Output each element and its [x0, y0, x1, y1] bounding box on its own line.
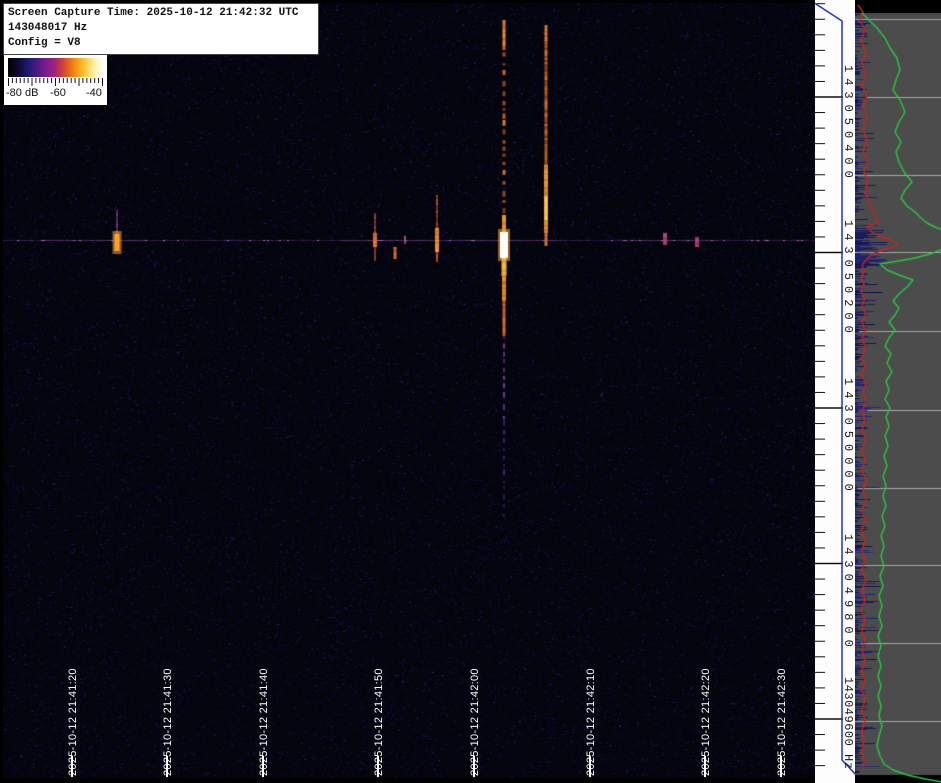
time-tick: [473, 756, 475, 777]
colorbar-gradient: [8, 58, 103, 77]
colorbar-labels: -80 dB -60 -40: [4, 87, 107, 103]
colorbar-legend: -80 dB -60 -40: [4, 55, 107, 105]
time-label: 2025-10-12 21:42:00: [469, 668, 481, 776]
time-label: 2025-10-12 21:41:40: [258, 668, 270, 776]
time-label: 2025-10-12 21:42:30: [776, 668, 788, 776]
time-label: 2025-10-12 21:41:30: [162, 668, 174, 776]
time-tick: [589, 756, 591, 777]
time-tick: [71, 756, 73, 777]
time-label: 2025-10-12 21:42:20: [700, 668, 712, 776]
colorbar-label-max: -40: [86, 87, 102, 99]
waterfall-display: [3, 3, 815, 778]
frequency-label: 143049600 Hz: [841, 677, 855, 769]
capture-time-text: Screen Capture Time: 2025-10-12 21:42:32…: [8, 6, 314, 21]
colorbar-label-min: -80 dB: [6, 87, 38, 99]
frequency-label: 143050000: [841, 378, 855, 497]
colorbar-label-mid: -60: [50, 87, 66, 99]
frequency-label: 143050400: [841, 65, 855, 184]
frequency-axis: 143050400 143050200 143050000 143049800 1430…: [815, 0, 855, 783]
time-label: 2025-10-12 21:41:50: [373, 668, 385, 776]
time-tick: [262, 756, 264, 777]
spectrum-panel: [855, 0, 941, 783]
app-frame: 2025-10-12 21:41:20 2025-10-12 21:41:30 20…: [0, 0, 941, 783]
frequency-label: 143049800: [841, 534, 855, 653]
time-tick: [704, 756, 706, 777]
time-tick: [377, 756, 379, 777]
time-label: 2025-10-12 21:41:20: [67, 668, 79, 776]
frequency-text: 143048017 Hz: [8, 21, 314, 36]
time-tick: [166, 756, 168, 777]
config-text: Config = V8: [8, 36, 314, 51]
time-label: 2025-10-12 21:42:10: [585, 668, 597, 776]
info-box: Screen Capture Time: 2025-10-12 21:42:32…: [3, 3, 319, 55]
frequency-label: 143050200: [841, 220, 855, 339]
colorbar-ruler: [8, 78, 103, 87]
time-tick: [780, 756, 782, 777]
